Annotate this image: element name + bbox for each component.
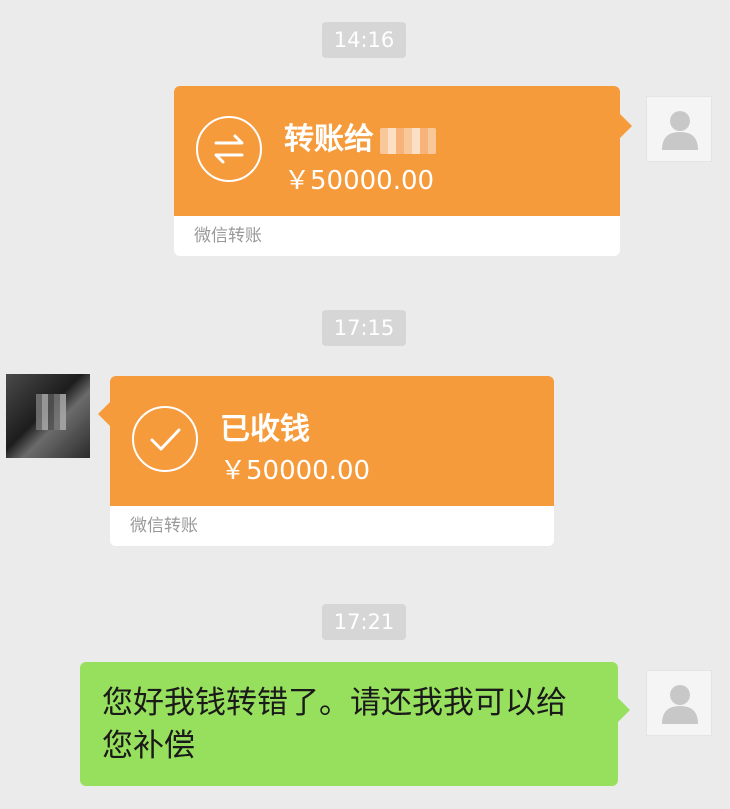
transfer-card-body: 转账给 ￥50000.00 (174, 86, 632, 216)
transfer-title: 已收钱 (220, 412, 310, 447)
timestamp: 17:15 (322, 310, 406, 346)
transfer-title: 转账给 (284, 114, 436, 158)
transfer-arrows-icon (196, 116, 262, 182)
pixelated-face (36, 394, 66, 430)
transfer-received-card[interactable]: 已收钱 ￥50000.00 微信转账 (98, 376, 554, 546)
default-user-icon (662, 685, 698, 724)
timestamp: 17:21 (322, 604, 406, 640)
my-avatar[interactable] (646, 670, 712, 736)
bubble-tail (98, 402, 110, 426)
transfer-footer: 微信转账 (110, 506, 554, 546)
sent-text-message[interactable]: 您好我钱转错了。请还我我可以给您补偿 (80, 662, 630, 786)
bubble-tail (620, 114, 632, 138)
transfer-footer: 微信转账 (174, 216, 620, 256)
transfer-amount: ￥50000.00 (220, 456, 371, 486)
bubble-tail (618, 698, 630, 722)
check-icon (132, 406, 198, 472)
my-avatar[interactable] (646, 96, 712, 162)
message-text: 您好我钱转错了。请还我我可以给您补偿 (102, 685, 567, 764)
timestamp: 14:16 (322, 22, 406, 58)
transfer-amount: ￥50000.00 (284, 166, 435, 196)
transfer-sent-card[interactable]: 转账给 ￥50000.00 微信转账 (174, 86, 632, 256)
transfer-card-body: 已收钱 ￥50000.00 (98, 376, 554, 506)
contact-avatar[interactable] (6, 374, 90, 458)
redacted-recipient-name (380, 127, 436, 154)
transfer-title-text: 转账给 (284, 122, 374, 157)
default-user-icon (662, 111, 698, 150)
